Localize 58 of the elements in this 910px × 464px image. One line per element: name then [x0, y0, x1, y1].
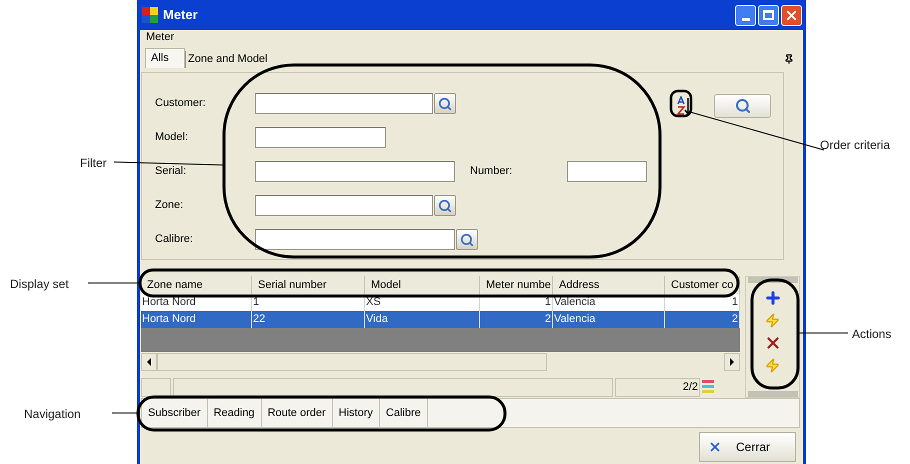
search-icon [438, 198, 452, 212]
search-button[interactable] [714, 94, 771, 118]
field-label: Number: [470, 164, 514, 180]
input-field[interactable] [255, 127, 386, 148]
navigation-tab[interactable]: Calibre [380, 399, 428, 427]
add-icon[interactable] [764, 289, 782, 307]
callout-label: Navigation [24, 406, 81, 423]
input-field[interactable] [255, 161, 455, 182]
leader-line [112, 412, 138, 414]
navigation-tab[interactable]: Route order [262, 399, 333, 427]
record-counter: 2/2 [615, 378, 700, 397]
callout-label: Display set [10, 276, 69, 293]
leader-line [798, 332, 848, 334]
search-icon [734, 98, 750, 114]
field-label: Serial: [155, 164, 188, 180]
maximize-button[interactable] [758, 4, 779, 26]
close-button[interactable] [781, 4, 802, 26]
table-cell: Horta Nord [141, 311, 252, 328]
table-cell: 2 [665, 311, 740, 328]
search-button[interactable] [456, 229, 478, 250]
group-label: Meter [145, 30, 176, 45]
callout-label: Filter [80, 155, 107, 172]
search-icon [460, 232, 474, 246]
table-cell: 22 [252, 311, 365, 328]
search-button[interactable] [434, 93, 456, 114]
scroll-right-button[interactable] [724, 353, 740, 371]
input-field[interactable] [255, 93, 433, 114]
scroll-left-button[interactable] [141, 353, 157, 371]
field-label: Zone: [155, 198, 184, 214]
table-cell: Vida [365, 311, 480, 328]
window-title: Meter [163, 6, 198, 24]
navigation-tab[interactable]: History [332, 399, 380, 427]
search-icon [438, 96, 452, 110]
app-icon [142, 7, 158, 23]
table-row[interactable]: Horta Nord 22 Vida 2 Valencia 2 [141, 311, 740, 328]
close-form-button[interactable]: Cerrar [699, 432, 796, 462]
field-label: Calibre: [155, 232, 194, 248]
pin-icon [784, 54, 794, 64]
field-label: Model: [155, 130, 190, 146]
scrollbar-thumb[interactable] [157, 353, 547, 371]
close-icon [708, 440, 722, 454]
input-field[interactable] [567, 161, 647, 182]
tab[interactable]: Zone and Model [185, 51, 270, 68]
input-field[interactable] [255, 195, 433, 216]
tab[interactable]: Alls [145, 48, 185, 68]
minimize-button[interactable] [735, 4, 756, 26]
leader-line [88, 282, 140, 284]
callout-label: Order criteria [820, 138, 890, 153]
search-button[interactable] [434, 195, 456, 216]
stripes-icon [702, 380, 714, 396]
input-field[interactable] [255, 229, 455, 250]
field-label: Customer: [155, 96, 207, 112]
navigation-tab[interactable]: Subscriber [142, 399, 208, 427]
sort-icon[interactable] [676, 96, 692, 116]
navigation-tab[interactable]: Reading [208, 399, 262, 427]
callout-label: Actions [852, 326, 892, 343]
table-cell: 2 [480, 311, 553, 328]
table-cell: Valencia [553, 311, 665, 328]
